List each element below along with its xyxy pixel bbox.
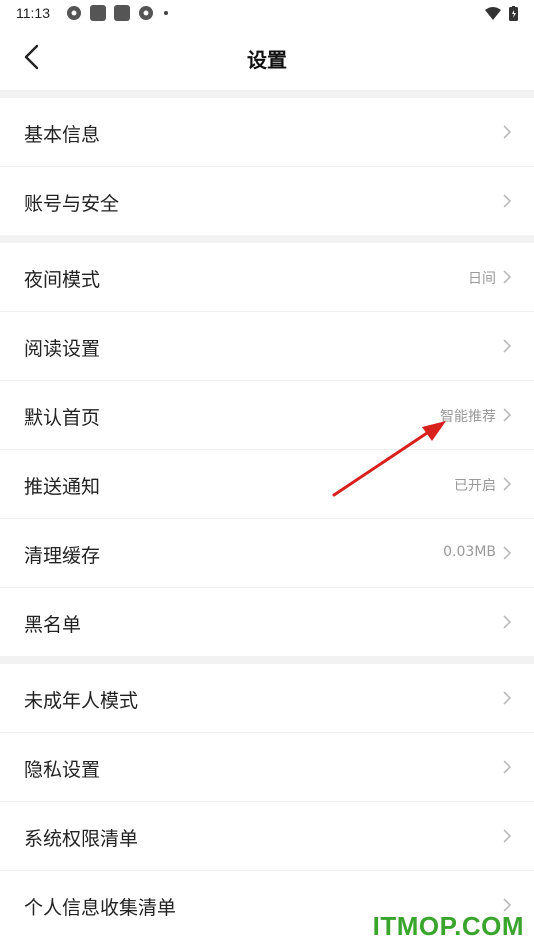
chevron-right-icon — [503, 691, 512, 705]
settings-list: 基本信息账号与安全夜间模式 日间阅读设置默认首页 智能推荐推送通知 已开启清理缓存 0.… — [0, 90, 534, 939]
chevron-right-icon — [503, 760, 512, 774]
pinwheel-icon — [67, 6, 81, 20]
settings-row-value: 0.03MB — [443, 544, 496, 560]
settings-row[interactable]: 隐私设置 — [0, 733, 534, 802]
settings-row[interactable]: 未成年人模式 — [0, 664, 534, 733]
settings-row-label: 未成年人模式 — [24, 690, 139, 712]
settings-row-label: 默认首页 — [24, 407, 101, 429]
chevron-right-icon — [503, 546, 512, 560]
chevron-right-icon — [503, 477, 512, 491]
wifi-icon — [485, 6, 501, 20]
chevron-right-icon — [503, 408, 512, 422]
settings-row-label: 账号与安全 — [24, 193, 120, 215]
battery-icon — [509, 6, 518, 21]
more-notifications-dot — [164, 11, 168, 15]
page-title: 设置 — [247, 48, 287, 72]
status-time: 11:13 — [16, 5, 50, 21]
settings-row-label: 隐私设置 — [24, 759, 101, 781]
app-header: 设置 — [0, 28, 534, 90]
settings-row-label: 个人信息收集清单 — [24, 897, 177, 919]
chevron-right-icon — [503, 125, 512, 139]
settings-row[interactable]: 夜间模式 日间 — [0, 243, 534, 312]
section-divider — [0, 90, 534, 98]
settings-row-label: 夜间模式 — [24, 269, 101, 291]
pinwheel-icon — [139, 6, 153, 20]
settings-row[interactable]: 推送通知 已开启 — [0, 450, 534, 519]
settings-row-value: 已开启 — [454, 478, 496, 494]
settings-row-label: 系统权限清单 — [24, 828, 139, 850]
settings-row-label: 清理缓存 — [24, 545, 101, 567]
chevron-right-icon — [503, 339, 512, 353]
settings-row[interactable]: 黑名单 — [0, 588, 534, 656]
watermark: ITMOP.COM — [372, 911, 524, 941]
notification-icons — [66, 5, 168, 21]
settings-row-label: 阅读设置 — [24, 338, 101, 360]
settings-row[interactable]: 基本信息 — [0, 98, 534, 167]
section-divider — [0, 656, 534, 664]
settings-row-value: 智能推荐 — [440, 409, 496, 425]
settings-row-label: 黑名单 — [24, 614, 82, 636]
system-icons — [485, 6, 518, 21]
chevron-right-icon — [503, 615, 512, 629]
section-divider — [0, 235, 534, 243]
settings-row[interactable]: 默认首页 智能推荐 — [0, 381, 534, 450]
status-bar: 11:13 — [0, 0, 534, 28]
chevron-right-icon — [503, 270, 512, 284]
settings-row[interactable]: 账号与安全 — [0, 167, 534, 235]
app-notification-icon — [90, 5, 106, 21]
settings-row-label: 基本信息 — [24, 124, 101, 146]
settings-row[interactable]: 系统权限清单 — [0, 802, 534, 871]
settings-row-label: 推送通知 — [24, 476, 101, 498]
settings-row-value: 日间 — [468, 271, 496, 287]
settings-row[interactable]: 清理缓存 0.03MB — [0, 519, 534, 588]
chevron-right-icon — [503, 829, 512, 843]
chevron-right-icon — [503, 194, 512, 208]
settings-row[interactable]: 阅读设置 — [0, 312, 534, 381]
app-notification-icon — [114, 5, 130, 21]
